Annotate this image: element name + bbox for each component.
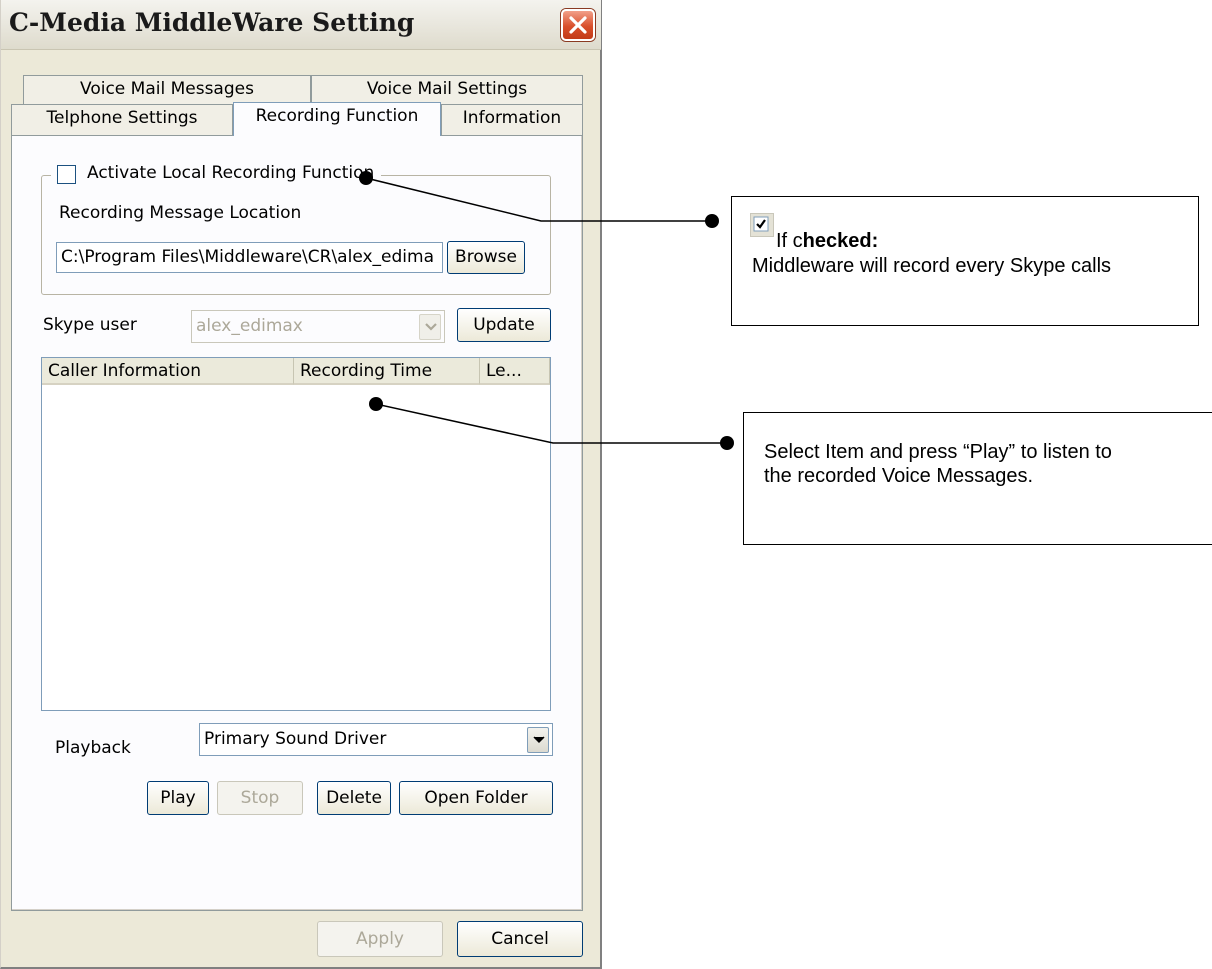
- tab-recording-function[interactable]: Recording Function: [233, 102, 441, 136]
- callout-checked-body: Middleware will record every Skype calls: [752, 255, 1112, 277]
- callout-play-hint-text: Select Item and press “Play” to listen t…: [764, 441, 1112, 487]
- checkbox-checked-icon: [750, 213, 774, 237]
- callout-checked-bold: hecked:: [802, 230, 879, 252]
- tab-label: Recording Function: [255, 106, 419, 126]
- connector-play-hint: [369, 397, 734, 450]
- callout-checked-prefix: If c: [776, 230, 803, 252]
- connector-checked: [359, 171, 719, 228]
- callout-checked-note: If checked: Middleware will record every…: [731, 196, 1199, 326]
- callout-play-hint: Select Item and press “Play” to listen t…: [743, 412, 1212, 545]
